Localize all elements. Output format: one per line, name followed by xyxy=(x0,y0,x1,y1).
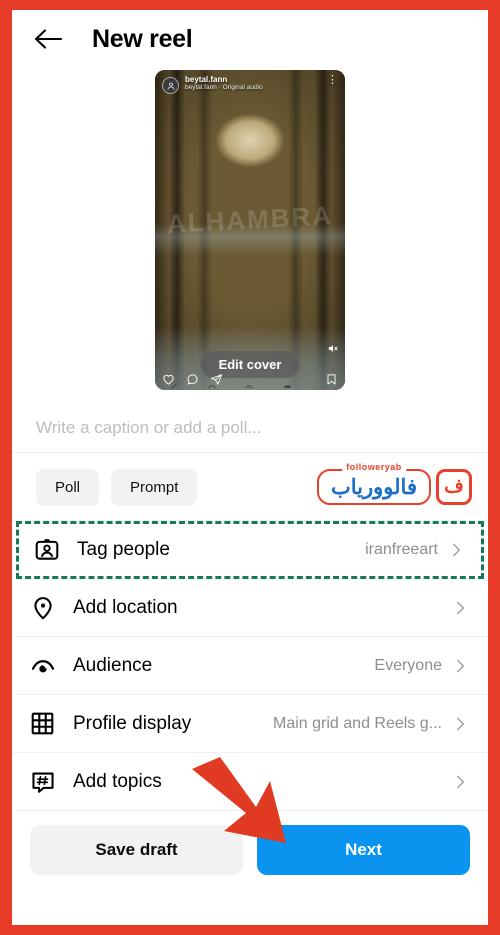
reel-settings-list: Tag people iranfreeart Add location Audi… xyxy=(12,520,488,811)
prompt-button[interactable]: Prompt xyxy=(111,469,198,506)
comment-icon[interactable] xyxy=(186,373,199,386)
brand-pill: followeryab فالووریاب xyxy=(317,461,431,505)
setting-label: Profile display xyxy=(73,712,192,734)
setting-row-tag-people[interactable]: Tag people iranfreeart xyxy=(16,521,484,579)
phone-screen: New reel ALHAMBRA beytal.fann xyxy=(12,10,488,925)
more-options-icon[interactable]: ⋮ xyxy=(327,75,338,86)
avatar xyxy=(162,77,179,94)
audience-eye-icon xyxy=(30,653,60,679)
setting-value: iranfreeart xyxy=(365,540,438,558)
setting-value: Everyone xyxy=(374,656,442,674)
app-header: New reel xyxy=(12,10,488,68)
chevron-right-icon xyxy=(452,716,468,732)
location-pin-icon xyxy=(30,595,60,621)
preview-action-row xyxy=(155,368,345,390)
preview-audio-label: beytal.fann · Original audio xyxy=(185,84,263,92)
bookmark-icon[interactable] xyxy=(325,373,338,386)
followeryab-watermark: followeryab فالووریاب ف xyxy=(317,461,472,505)
preview-username: beytal.fann xyxy=(185,75,228,84)
heart-icon[interactable] xyxy=(162,373,175,386)
save-draft-button[interactable]: Save draft xyxy=(30,825,243,875)
chevron-right-icon xyxy=(448,542,464,558)
footer-actions: Save draft Next xyxy=(12,811,488,891)
setting-label: Tag people xyxy=(77,538,170,560)
setting-label: Add topics xyxy=(73,770,162,792)
setting-value: Main grid and Reels g... xyxy=(273,714,442,732)
setting-row-add-location[interactable]: Add location xyxy=(12,579,488,637)
brand-logo-icon: ف xyxy=(436,468,472,505)
preview-wrapper: ALHAMBRA beytal.fann beytal.fann · Origi… xyxy=(12,70,488,390)
reel-video-preview[interactable]: ALHAMBRA beytal.fann beytal.fann · Origi… xyxy=(155,70,345,390)
brand-latin-text: followeryab xyxy=(342,461,406,472)
setting-row-profile-display[interactable]: Profile display Main grid and Reels g... xyxy=(12,695,488,753)
poll-button[interactable]: Poll xyxy=(36,469,100,506)
grid-icon xyxy=(30,711,60,736)
preview-topbar: beytal.fann beytal.fann · Original audio… xyxy=(155,70,345,99)
back-arrow-icon[interactable] xyxy=(26,17,70,61)
annotated-screenshot-frame: New reel ALHAMBRA beytal.fann xyxy=(0,0,500,935)
setting-row-add-topics[interactable]: Add topics xyxy=(12,753,488,811)
muted-speaker-icon[interactable] xyxy=(327,343,338,356)
chevron-right-icon xyxy=(452,774,468,790)
caption-input[interactable] xyxy=(36,418,464,438)
brand-persian-text: فالووریاب xyxy=(331,475,417,499)
tag-people-icon xyxy=(34,537,64,563)
page-title: New reel xyxy=(92,24,193,53)
chevron-right-icon xyxy=(452,658,468,674)
scene-vignette xyxy=(155,70,345,390)
next-button[interactable]: Next xyxy=(257,825,470,875)
hashtag-icon xyxy=(30,769,60,795)
share-icon[interactable] xyxy=(210,373,223,386)
caption-tools-row: Poll Prompt followeryab فالووریاب ف xyxy=(12,453,488,520)
chevron-right-icon xyxy=(452,600,468,616)
setting-label: Add location xyxy=(73,596,178,618)
setting-row-audience[interactable]: Audience Everyone xyxy=(12,637,488,695)
preview-user-block: beytal.fann beytal.fann · Original audio xyxy=(185,75,321,92)
caption-area xyxy=(12,406,488,452)
setting-label: Audience xyxy=(73,654,153,676)
